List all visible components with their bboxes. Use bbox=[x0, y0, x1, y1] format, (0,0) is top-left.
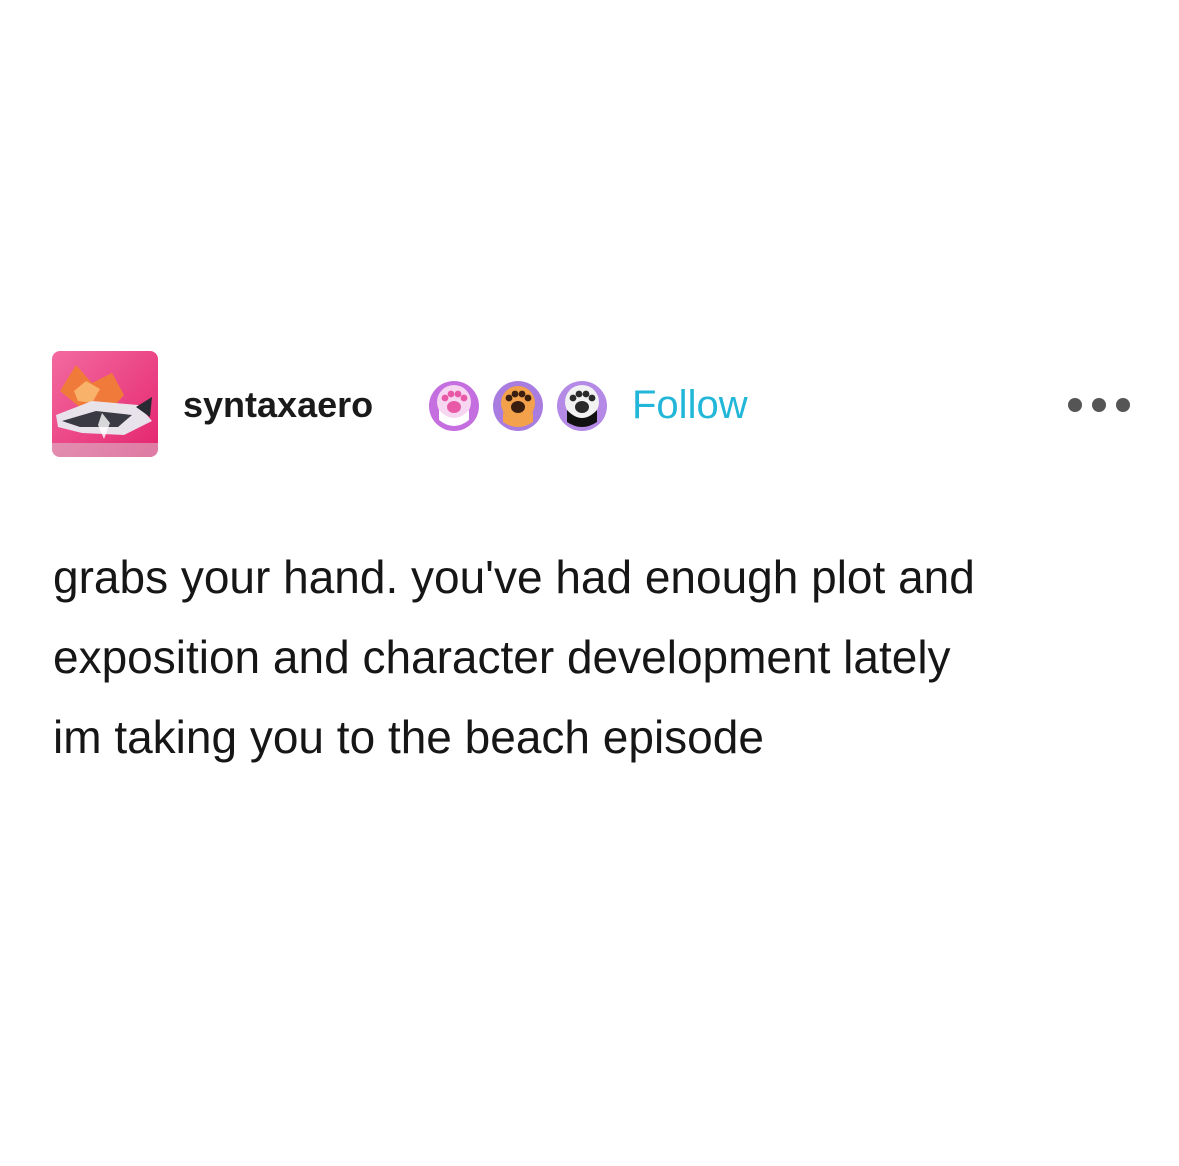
paw-badge-pink-icon[interactable] bbox=[428, 380, 480, 432]
paw-badge-orange-icon[interactable] bbox=[492, 380, 544, 432]
post-header: syntaxaero Follow bbox=[52, 351, 1132, 457]
ellipsis-dot bbox=[1068, 398, 1082, 412]
follow-button[interactable]: Follow bbox=[632, 381, 748, 429]
badge-group bbox=[428, 380, 608, 432]
ellipsis-icon[interactable] bbox=[1068, 395, 1130, 415]
username[interactable]: syntaxaero bbox=[183, 383, 373, 427]
post-card: syntaxaero Follow grabs your hand. you'v… bbox=[0, 0, 1179, 1166]
avatar[interactable] bbox=[52, 351, 158, 457]
ellipsis-dot bbox=[1116, 398, 1130, 412]
ellipsis-dot bbox=[1092, 398, 1106, 412]
paw-badge-black-icon[interactable] bbox=[556, 380, 608, 432]
post-body-line: im taking you to the beach episode bbox=[53, 711, 764, 763]
post-body-line: grabs your hand. you've had enough plot … bbox=[53, 551, 975, 603]
post-body-line: exposition and character development lat… bbox=[53, 631, 951, 683]
post-body: grabs your hand. you've had enough plot … bbox=[53, 537, 1153, 777]
